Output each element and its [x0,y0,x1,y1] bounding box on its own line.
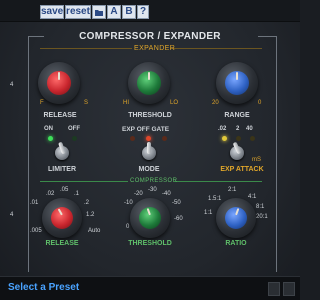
left-edge-value-lower: 4 [10,212,14,218]
preset-prev-button[interactable] [268,282,280,296]
comp-release-scale-0: .01 [30,200,39,206]
expander-release-max: S [84,100,89,106]
preset-footer: Select a Preset [0,276,300,300]
exp-attack-value-1: .02 [218,126,227,132]
mode-off-led [146,136,151,141]
exp-attack-label: EXP ATTACK [220,166,264,173]
expander-release-label: RELEASE [43,112,77,119]
expander-release-min: F [40,100,44,106]
compressor-release-label: RELEASE [45,240,79,247]
exp-attack-value-2: 2 [236,126,240,132]
comp-release-scale-5: 1.2 [86,212,95,218]
left-edge-value: 4 [10,82,14,88]
compressor-threshold-label: THRESHOLD [128,240,172,247]
exp-attack-unit: mS [252,157,261,163]
mode-selector-switch[interactable] [141,142,157,162]
exp-attack-led-3 [250,136,255,141]
comp-release-scale-7: .005 [30,228,42,234]
compressor-threshold-knob[interactable] [130,198,170,238]
comp-ratio-scale-4: 8:1 [256,204,265,210]
preset-next-button[interactable] [283,282,295,296]
comp-threshold-scale-4: -50 [172,200,181,206]
exp-attack-value-3: 40 [246,126,253,132]
exp-attack-led-1 [222,136,227,141]
expander-range-knob[interactable] [216,62,258,104]
reset-button[interactable]: reset [65,5,91,19]
compressor-rule-left [40,181,128,182]
limiter-toggle-switch[interactable] [54,141,70,162]
knob-cap [139,207,161,229]
compressor-expander-plugin: save reset A B ? COMPRESSOR / EXPANDER 4… [0,0,300,300]
limiter-label: LIMITER [48,166,76,173]
comp-threshold-scale-1: -20 [134,191,143,197]
expander-section-label: EXPANDER [134,45,176,52]
knob-cap [51,207,73,229]
limiter-off-label: OFF [68,126,80,132]
expander-threshold-knob[interactable] [128,62,170,104]
panel-border-right [276,36,277,272]
compressor-ratio-label: RATIO [225,240,247,247]
switch-lever [147,142,151,154]
limiter-off-led [72,136,77,141]
expander-rule-left [40,48,132,49]
mode-options-label: EXP OFF GATE [122,126,170,133]
expander-threshold-label: THRESHOLD [128,112,172,119]
preset-a-button[interactable]: A [107,5,121,19]
comp-release-scale-6: Auto [88,228,101,234]
comp-ratio-scale-0: 1:1 [204,210,213,216]
knob-pointer [236,72,238,80]
exp-attack-switch[interactable] [229,141,245,162]
expander-range-max: 0 [258,100,262,106]
compressor-ratio-knob[interactable] [216,198,256,238]
expander-threshold-min: HI [123,100,129,106]
comp-threshold-scale-5: -60 [174,216,183,222]
comp-threshold-scale-2: -30 [148,187,157,193]
comp-threshold-scale-6: 0 [126,224,130,230]
panel-title: COMPRESSOR / EXPANDER [79,31,221,42]
preset-selector[interactable]: Select a Preset [8,282,79,293]
expander-range-label: RANGE [224,112,250,119]
expander-range-min: 20 [212,100,219,106]
folder-icon [95,10,103,16]
mode-gate-led [162,136,167,141]
exp-attack-led-2 [236,136,241,141]
compressor-release-knob[interactable] [42,198,82,238]
help-button[interactable]: ? [137,5,149,19]
expander-release-knob[interactable] [38,62,80,104]
knob-pointer [58,72,60,80]
comp-release-scale-2: .05 [60,187,69,193]
knob-pointer [148,72,150,80]
comp-release-scale-1: .02 [46,191,55,197]
expander-rule-right [170,48,262,49]
compressor-section-label: COMPRESSOR [130,178,178,184]
preset-b-button[interactable]: B [122,5,136,19]
mode-exp-led [130,136,135,141]
expander-threshold-max: LO [170,100,179,106]
compressor-rule-right [174,181,262,182]
panel-border-left [28,36,29,272]
open-folder-button[interactable] [92,5,106,19]
plugin-toolbar: save reset A B ? [0,0,300,22]
comp-threshold-scale-3: -40 [162,191,171,197]
save-button[interactable]: save [40,5,64,19]
comp-ratio-scale-5: 20:1 [256,214,268,220]
limiter-on-led [48,136,53,141]
mode-label: MODE [138,166,160,173]
comp-release-scale-3: .1 [74,191,80,197]
limiter-on-label: ON [44,126,53,132]
comp-release-scale-4: .2 [84,200,90,206]
comp-ratio-scale-2: 2:1 [228,187,237,193]
